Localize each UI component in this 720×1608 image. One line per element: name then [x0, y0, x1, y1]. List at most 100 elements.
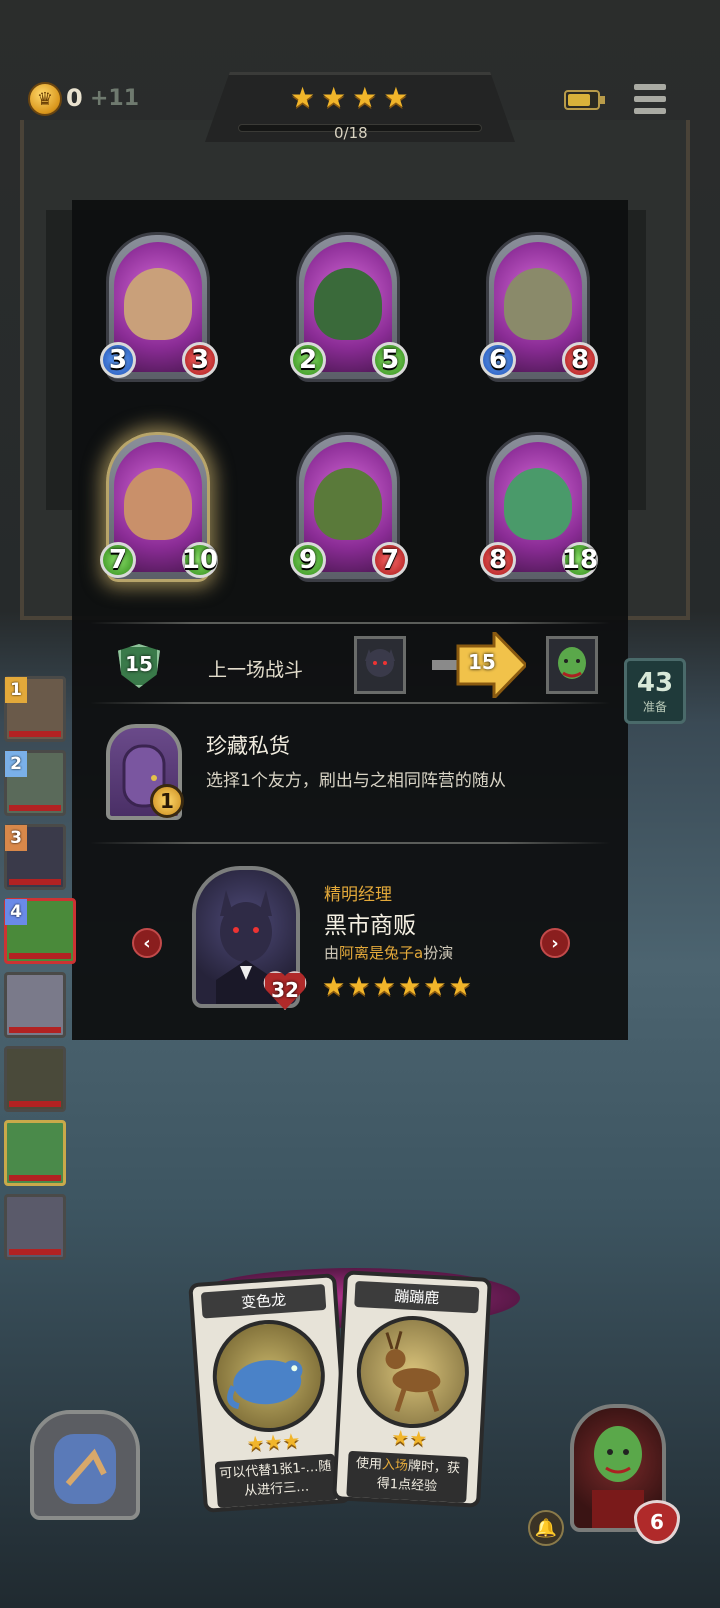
minion-face — [124, 268, 192, 340]
minion-health: 8 — [562, 342, 598, 378]
player-hero-thumbnail[interactable] — [546, 636, 598, 694]
last-battle-label: 上一场战斗 — [208, 659, 304, 681]
upgrade-chest-icon[interactable] — [30, 1410, 140, 1520]
minion-attack: 2 — [290, 342, 326, 378]
deer-art — [354, 1313, 472, 1431]
battery-tip — [600, 96, 605, 104]
minion-health: 18 — [562, 542, 598, 578]
minion-face — [504, 468, 572, 540]
sidebar-player-2[interactable]: 2 — [4, 750, 66, 816]
sidebar-player-8[interactable] — [4, 1194, 66, 1260]
minion-health: 10 — [182, 542, 218, 578]
star-icon: ★ — [372, 972, 396, 1002]
minion-card[interactable]: 97 — [290, 432, 408, 590]
ready-counter: 43 准备 — [624, 658, 686, 724]
star-icon: ★ — [423, 972, 447, 1002]
card-description: 可以代替1张1-…随从进行三… — [214, 1453, 338, 1508]
star-icon: ★ — [322, 972, 346, 1002]
ready-label: 准备 — [642, 699, 667, 714]
hand-card-deer[interactable]: 蹦蹦鹿 ★★ 使用入场牌时，获得1点经验 — [332, 1270, 492, 1508]
chameleon-art — [209, 1316, 329, 1436]
tier-stars: ★ ★ ★ ★ — [290, 84, 408, 112]
player-rank: 3 — [5, 825, 27, 851]
sidebar-player-6[interactable] — [4, 1046, 66, 1112]
star-icon: ★ — [397, 972, 422, 1002]
card-stars: ★★★ — [245, 1428, 302, 1456]
sidebar-player-4[interactable]: 4 — [4, 898, 76, 964]
menu-button[interactable] — [634, 84, 666, 114]
minion-attack: 7 — [100, 542, 136, 578]
card-title: 变色龙 — [200, 1283, 327, 1319]
sidebar-player-7[interactable] — [4, 1120, 66, 1186]
desc-pre: 使用 — [355, 1456, 383, 1473]
battery-icon — [564, 90, 600, 110]
sidebar-player-3[interactable]: 3 — [4, 824, 66, 890]
desc-keyword: 入场 — [381, 1457, 409, 1474]
player-health-bar — [9, 953, 71, 959]
star-icon: ★ — [321, 81, 347, 114]
minion-health: 3 — [182, 342, 218, 378]
minion-attack: 8 — [480, 542, 516, 578]
gold-coin-icon: ♛ — [28, 82, 62, 116]
minion-card[interactable]: 68 — [480, 232, 598, 390]
hero-subtitle: 精明经理 — [324, 885, 392, 905]
coin-income: +11 — [90, 86, 140, 111]
player-rank: 1 — [5, 677, 27, 703]
treasure-title: 珍藏私货 — [206, 734, 290, 758]
hero-played-by: 由阿离是兔子a扮演 — [324, 942, 453, 963]
card-description: 使用入场牌时，获得1点经验 — [346, 1450, 469, 1503]
player-name: 阿离是兔子a — [339, 944, 424, 962]
played-by-suffix: 扮演 — [423, 944, 454, 962]
sidebar-player-5[interactable] — [4, 972, 66, 1038]
treasure-description: 选择1个友方，刷出与之相同阵营的随从 — [206, 771, 506, 791]
card-title: 蹦蹦鹿 — [354, 1280, 480, 1314]
minion-attack: 3 — [100, 342, 136, 378]
star-icon: ★ — [352, 81, 378, 114]
minion-attack: 9 — [290, 542, 326, 578]
player-health-bar — [9, 879, 61, 885]
divider — [90, 842, 610, 844]
star-icon: ★ — [290, 81, 316, 114]
player-health-bar — [9, 731, 61, 737]
hero-name: 黑市商贩 — [324, 913, 416, 939]
minion-health: 5 — [372, 342, 408, 378]
ready-count: 43 — [636, 667, 674, 698]
minion-card[interactable]: 8 18 — [480, 432, 598, 590]
bell-icon[interactable]: 🔔 — [528, 1510, 564, 1546]
star-icon: ★ — [383, 81, 409, 114]
experience-progress: 0/18 — [334, 124, 368, 142]
minion-card[interactable]: 7 10 — [100, 432, 218, 590]
next-hero-button[interactable]: › — [540, 928, 570, 958]
minion-face — [314, 468, 382, 540]
player-rank: 2 — [5, 751, 27, 777]
player-health-bar — [9, 1027, 61, 1033]
minion-face — [314, 268, 382, 340]
opponent-tier: 15 — [125, 652, 153, 676]
minion-card[interactable]: 33 — [100, 232, 218, 390]
divider — [90, 702, 610, 704]
sidebar-player-1[interactable]: 1 — [4, 676, 66, 742]
minion-attack: 6 — [480, 342, 516, 378]
played-by-prefix: 由 — [324, 944, 340, 962]
opponent-hero-thumbnail[interactable] — [354, 636, 406, 694]
hero-rating-stars: ★ ★ ★ ★ ★ ★ — [322, 974, 472, 1000]
minion-card[interactable]: 25 — [290, 232, 408, 390]
divider — [90, 622, 610, 624]
player-health: 6 — [634, 1500, 680, 1544]
player-health-bar — [9, 1249, 61, 1255]
card-stars: ★★ — [390, 1425, 428, 1451]
coin-count: 0 — [66, 84, 83, 112]
hand-card-chameleon[interactable]: 变色龙 ★★★ 可以代替1张1-…随从进行三… — [188, 1273, 352, 1513]
minion-face — [124, 468, 192, 540]
star-icon: ★ — [448, 972, 472, 1002]
treasure-cost: 1 — [150, 784, 184, 818]
minion-health: 7 — [372, 542, 408, 578]
damage-dealt: 15 — [468, 650, 496, 674]
player-health-bar — [9, 805, 61, 811]
player-health-bar — [9, 1175, 61, 1181]
minion-face — [504, 268, 572, 340]
previous-hero-button[interactable]: ‹ — [132, 928, 162, 958]
player-health-bar — [9, 1101, 61, 1107]
hero-health: 32 — [271, 978, 299, 1002]
star-icon: ★ — [347, 972, 371, 1002]
